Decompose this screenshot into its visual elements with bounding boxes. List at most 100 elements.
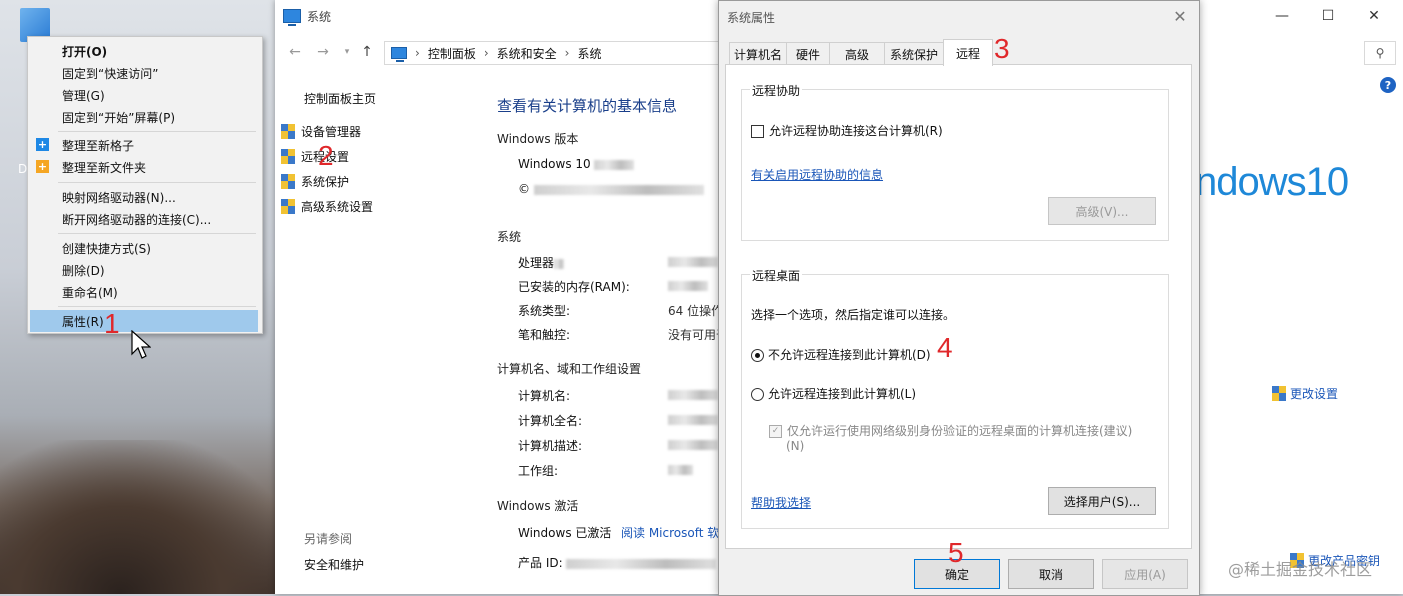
up-arrow-icon[interactable]: ↑ [357, 42, 377, 62]
tab-remote[interactable]: 远程 [943, 39, 993, 66]
window-title: 系统 [307, 9, 332, 24]
advanced-system-settings-link[interactable]: 高级系统设置 [281, 198, 373, 215]
minimize-button[interactable]: — [1259, 0, 1305, 32]
group-title: 远程桌面 [750, 267, 803, 284]
edition-name: Windows 10 [518, 157, 635, 171]
menu-separator [58, 233, 256, 234]
help-me-choose-link[interactable]: 帮助我选择 [751, 494, 811, 511]
recent-chevron-icon[interactable]: ▾ [337, 42, 357, 62]
full-computer-name-value [668, 412, 718, 426]
menu-item-pin-start[interactable]: 固定到“开始”屏幕(P) [30, 106, 258, 128]
dialog-title: 系统属性 [727, 11, 776, 25]
tab-computer-name[interactable]: 计算机名 [729, 42, 787, 65]
back-arrow-icon[interactable]: ← [285, 42, 305, 62]
radio-allow-remote[interactable]: 允许远程连接到此计算机(L) [751, 385, 916, 402]
menu-item-properties[interactable]: 属性(R) [30, 310, 258, 332]
close-button[interactable]: ✕ [1351, 0, 1397, 32]
uac-shield-icon [1272, 386, 1286, 401]
windows10-logo: ndows10 [1195, 160, 1349, 204]
menu-item-new-folder[interactable]: + 整理至新文件夹 [30, 156, 258, 178]
radio-label: 不允许远程连接到此计算机(D) [768, 348, 931, 362]
control-panel-icon [391, 47, 407, 62]
menu-item-rename[interactable]: 重命名(M) [30, 281, 258, 303]
select-users-button[interactable]: 选择用户(S)... [1048, 487, 1156, 515]
processor-label: 处理器 [518, 254, 565, 271]
link-label: 系统保护 [301, 175, 350, 189]
menu-item-manage[interactable]: 管理(G) [30, 84, 258, 106]
search-icon[interactable]: ⚲ [1364, 41, 1396, 65]
mountain-wallpaper [0, 440, 300, 594]
help-icon[interactable]: ? [1380, 77, 1396, 93]
remote-desktop-instruction: 选择一个选项，然后指定谁可以连接。 [751, 308, 956, 322]
breadcrumb-system[interactable]: 系统 [577, 45, 601, 62]
advanced-button[interactable]: 高级(V)... [1048, 197, 1156, 225]
allow-remote-assistance-checkbox[interactable]: 允许远程协助连接这台计算机(R) [751, 122, 943, 139]
breadcrumb-control-panel[interactable]: 控制面板 [428, 45, 476, 62]
activation-status: Windows 已激活 [518, 526, 612, 540]
license-terms-link[interactable]: 阅读 Microsoft 软 [621, 524, 719, 541]
computer-name-value [668, 387, 718, 401]
pen-touch-label: 笔和触控: [518, 328, 571, 342]
remote-assistance-info-link[interactable]: 有关启用远程协助的信息 [751, 166, 883, 183]
dialog-close-icon[interactable]: ✕ [1167, 5, 1193, 27]
system-protection-link[interactable]: 系统保护 [281, 173, 349, 190]
see-also-heading: 另请参阅 [304, 532, 353, 546]
radio-button [751, 349, 764, 362]
breadcrumb-system-security[interactable]: 系统和安全 [497, 45, 557, 62]
chevron-right-icon: › [415, 46, 420, 60]
nla-checkbox[interactable]: ✓ 仅允许运行使用网络级别身份验证的远程桌面的计算机连接(建议) [769, 422, 1132, 439]
computer-description-label: 计算机描述: [518, 439, 583, 453]
menu-item-create-shortcut[interactable]: 创建快捷方式(S) [30, 237, 258, 259]
checkbox-label: 仅允许运行使用网络级别身份验证的远程桌面的计算机连接(建议) [787, 424, 1133, 438]
tab-hardware[interactable]: 硬件 [786, 42, 830, 65]
chevron-right-icon: › [564, 46, 570, 60]
computer-description-value [668, 437, 718, 451]
window-titlebar: 系统 [283, 6, 331, 26]
copyright: © [518, 182, 704, 196]
menu-item-delete[interactable]: 删除(D) [30, 259, 258, 281]
menu-item-map-drive[interactable]: 映射网络驱动器(N)... [30, 186, 258, 208]
menu-item-pin-quick-access[interactable]: 固定到“快速访问” [30, 62, 258, 84]
maximize-button[interactable]: ☐ [1305, 0, 1351, 32]
edition-section-title: Windows 版本 [497, 132, 579, 146]
menu-item-open[interactable]: 打开(O) [30, 40, 258, 62]
product-id-label: 产品 ID: [518, 554, 717, 571]
context-menu: 打开(O) 固定到“快速访问” 管理(G) 固定到“开始”屏幕(P) + 整理至… [27, 36, 263, 334]
full-computer-name-label: 计算机全名: [518, 414, 583, 428]
control-panel-home-link[interactable]: 控制面板主页 [304, 90, 376, 107]
menu-item-new-grid[interactable]: + 整理至新格子 [30, 134, 258, 156]
tab-panel-remote: 远程协助 允许远程协助连接这台计算机(R) 有关启用远程协助的信息 高级(V).… [725, 64, 1192, 549]
annotation-step-5: 5 [948, 537, 964, 568]
device-manager-link[interactable]: 设备管理器 [281, 123, 361, 140]
watermark: @稀土掘金技术社区 [1228, 560, 1373, 579]
menu-separator [58, 131, 256, 132]
system-properties-dialog: 系统属性 ✕ 计算机名 硬件 高级 系统保护 远程协助 允许远程协助连接这台计算… [718, 0, 1200, 596]
forward-arrow-icon[interactable]: → [313, 42, 333, 62]
menu-item-disconnect-drive[interactable]: 断开网络驱动器的连接(C)... [30, 208, 258, 230]
computer-name-label: 计算机名: [518, 389, 571, 403]
link-label: 更改设置 [1290, 387, 1339, 401]
mouse-cursor-icon [131, 330, 151, 359]
remote-settings-link[interactable]: 远程设置 [281, 148, 349, 165]
blue-plus-icon: + [36, 138, 49, 151]
tab-advanced[interactable]: 高级 [829, 42, 885, 65]
security-maintenance-link[interactable]: 安全和维护 [304, 556, 364, 573]
radio-button [751, 388, 764, 401]
radio-disallow-remote[interactable]: 不允许远程连接到此计算机(D) [751, 346, 931, 363]
orange-plus-icon: + [36, 160, 49, 173]
annotation-step-3: 3 [994, 33, 1010, 64]
uac-shield-icon [281, 199, 295, 214]
cancel-button[interactable]: 取消 [1008, 559, 1094, 589]
activation-section-title: Windows 激活 [497, 499, 579, 513]
system-type-value: 64 位操作 [668, 304, 724, 318]
link-label: 高级系统设置 [301, 200, 374, 214]
apply-button[interactable]: 应用(A) [1102, 559, 1188, 589]
chevron-right-icon: › [483, 46, 489, 60]
menu-separator [58, 182, 256, 183]
tab-system-protection[interactable]: 系统保护 [884, 42, 944, 65]
group-title: 远程协助 [750, 82, 803, 99]
change-settings-link[interactable]: 更改设置 [1272, 385, 1338, 402]
desktop-icon-label: D [18, 162, 28, 176]
checkbox-box [751, 125, 764, 138]
left-pane: 控制面板主页 设备管理器 远程设置 系统保护 高级系统设置 另请参阅 安全和维护 [275, 70, 485, 594]
